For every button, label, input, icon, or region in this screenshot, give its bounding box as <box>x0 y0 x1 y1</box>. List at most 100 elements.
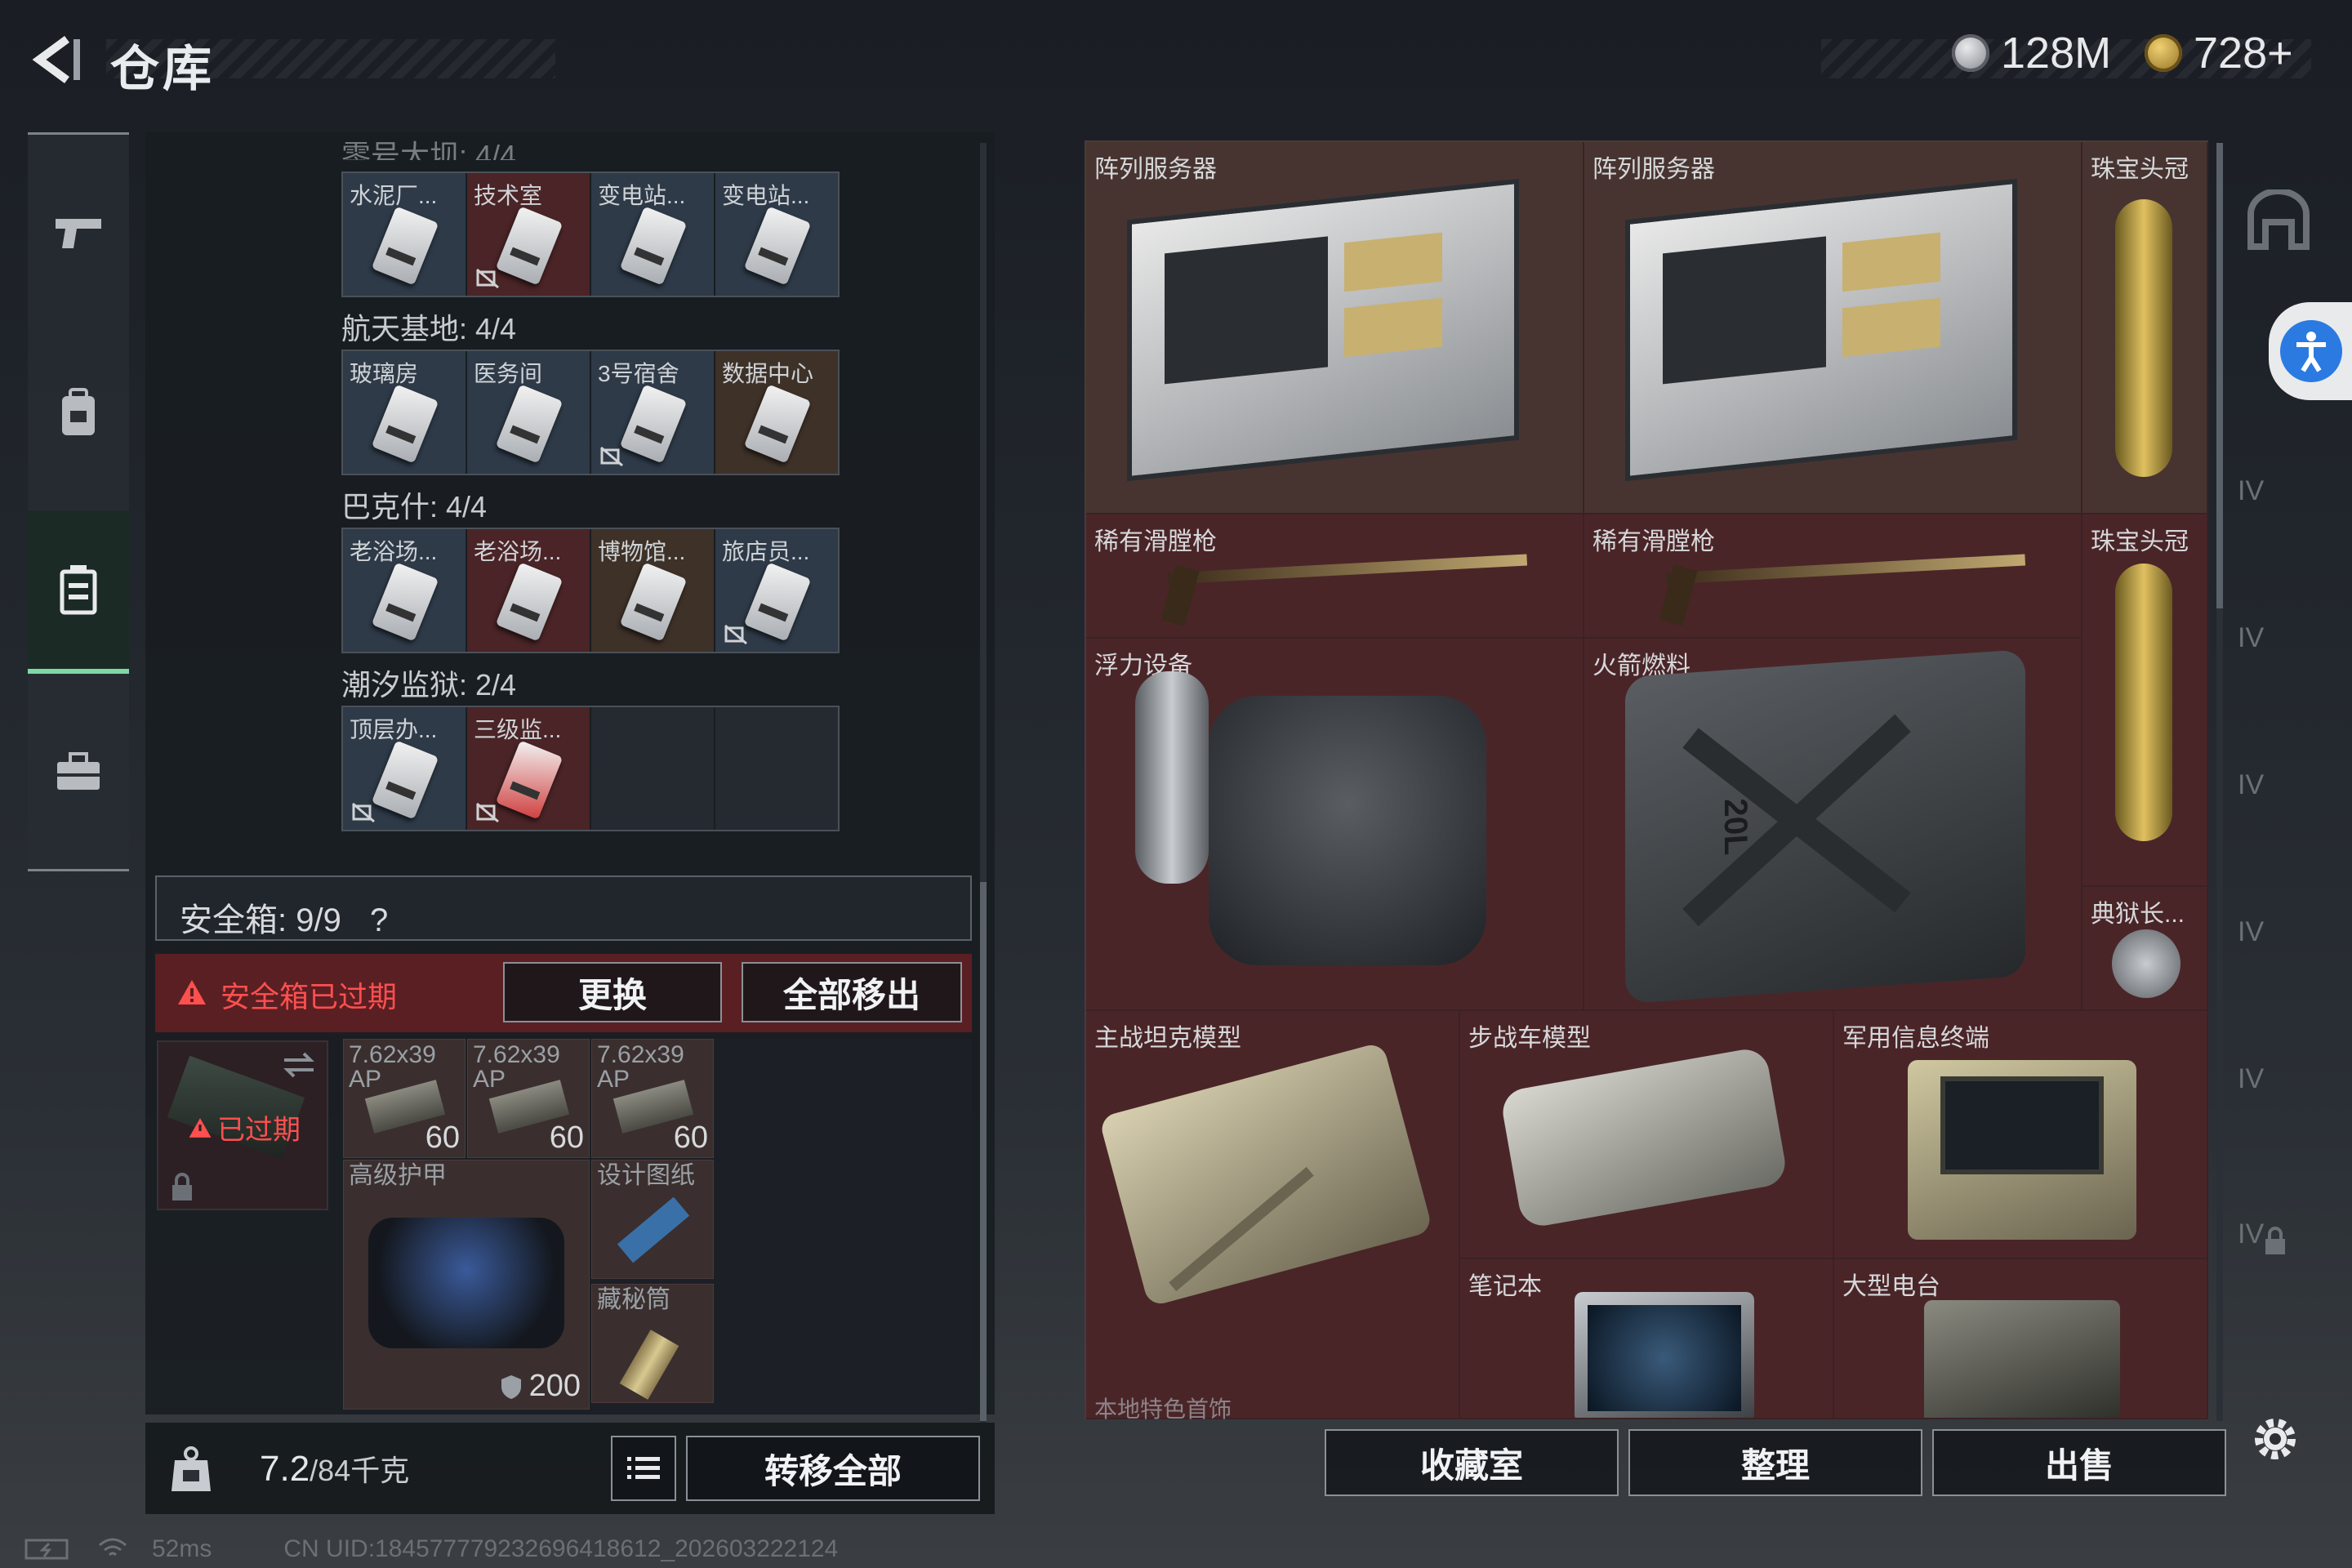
storage-key-cell[interactable]: 旅店员... <box>715 529 838 652</box>
jewel-crown-item[interactable]: 珠宝头冠 <box>2082 514 2208 887</box>
gas-tank-icon <box>1135 671 1209 884</box>
storage-key-cell-empty[interactable] <box>591 707 714 830</box>
storage-key-cell[interactable]: 医务间 <box>467 351 590 474</box>
rare-musket-item[interactable]: 稀有滑膛枪 <box>1086 514 1584 639</box>
storage-scrollbar-thumb[interactable] <box>980 882 987 1421</box>
transfer-all-button[interactable]: 转移全部 <box>686 1436 980 1501</box>
tube-icon <box>619 1330 679 1400</box>
item-name: 阵列服务器 <box>1094 156 1217 183</box>
musket-stock-icon <box>1160 564 1200 626</box>
sell-button[interactable]: 出售 <box>1932 1429 2226 1496</box>
military-terminal-item[interactable]: 军用信息终端 <box>1834 1011 2208 1259</box>
array-server-item[interactable]: 阵列服务器 <box>1584 142 2082 514</box>
inventory-scrollbar-thumb[interactable] <box>2216 143 2223 608</box>
safe-box-slot[interactable]: 已过期 <box>157 1040 328 1210</box>
jewel-crown-item[interactable]: 珠宝头冠 <box>2082 142 2208 514</box>
keycard-icon <box>371 562 439 642</box>
unbound-mark-icon <box>476 268 499 289</box>
sort-button[interactable]: 整理 <box>1628 1429 1922 1496</box>
storage-key-cell[interactable]: 玻璃房 <box>343 351 466 474</box>
storage-key-cell[interactable]: 博物馆... <box>591 529 714 652</box>
page-title: 仓库 <box>110 42 215 96</box>
rocket-fuel-item[interactable]: 火箭燃料 20L <box>1584 639 2082 1011</box>
stash-page-tab[interactable]: IV <box>2238 1218 2264 1250</box>
nav-weapons[interactable] <box>28 151 129 314</box>
shield-icon <box>501 1374 521 1399</box>
battery-charging-icon <box>24 1539 69 1560</box>
storage-key-cell[interactable]: 水泥厂... <box>343 173 466 296</box>
keycard-icon <box>495 384 564 464</box>
large-radio-item[interactable]: 大型电台 <box>1834 1259 2208 1419</box>
tube-label: 藏秘筒 <box>597 1286 670 1313</box>
currency-coins-value: 128M <box>2001 29 2112 78</box>
ifv-icon <box>1499 1045 1789 1230</box>
stash-page-tab[interactable]: IV <box>2238 916 2264 948</box>
cell-label: 医务间 <box>474 361 543 386</box>
item-name: 阵列服务器 <box>1592 156 1715 183</box>
list-view-button[interactable] <box>611 1436 676 1501</box>
remove-all-button[interactable]: 全部移出 <box>742 962 962 1022</box>
laptop-item[interactable]: 笔记本 <box>1460 1259 1834 1419</box>
nav-storage[interactable] <box>28 510 129 674</box>
stash-page-tab[interactable]: IV <box>2238 475 2264 507</box>
ammo-count: 60 <box>425 1120 460 1155</box>
stash-page-tab[interactable]: IV <box>2238 1063 2264 1095</box>
stash-page-tab[interactable]: IV <box>2238 769 2264 801</box>
storage-key-cell[interactable]: 3号宿舍 <box>591 351 714 474</box>
warning-icon <box>178 980 206 1004</box>
keycard-icon <box>743 206 812 286</box>
currency-coins: 128M <box>1952 28 2111 78</box>
storage-key-cell[interactable]: 老浴场... <box>467 529 590 652</box>
item-name-partial: 本地特色首饰 <box>1094 1396 1232 1422</box>
musket-icon <box>1665 554 2026 585</box>
storage-key-cell[interactable]: 三级监... <box>467 707 590 830</box>
crown-icon <box>2115 199 2172 477</box>
group-title: 潮汐监狱: 2/4 <box>341 668 517 702</box>
ammo-count: 60 <box>673 1120 708 1155</box>
cell-label: 数据中心 <box>722 361 814 386</box>
keycard-icon <box>495 562 564 642</box>
buoyancy-device-item[interactable]: 浮力设备 <box>1086 639 1584 1011</box>
stash-home-icon[interactable] <box>2246 189 2311 250</box>
replace-button[interactable]: 更换 <box>503 962 722 1022</box>
stash-page-tab[interactable]: IV <box>2238 622 2264 654</box>
item-name: 主战坦克模型 <box>1094 1025 1241 1052</box>
cell-label: 玻璃房 <box>350 361 419 386</box>
group-title: 零号大坝: 4/4 <box>341 139 517 160</box>
blueprint-item[interactable]: 设计图纸 <box>591 1160 714 1279</box>
armor-item[interactable]: 高级护甲 200 <box>343 1160 590 1410</box>
tank-model-item[interactable]: 主战坦克模型 <box>1086 1011 1460 1419</box>
collection-room-button[interactable]: 收藏室 <box>1325 1429 1619 1496</box>
swap-icon[interactable] <box>281 1050 317 1080</box>
rare-musket-item[interactable]: 稀有滑膛枪 <box>1584 514 2082 639</box>
unbound-mark-icon <box>352 802 375 823</box>
rebreather-icon <box>1209 696 1486 965</box>
safe-box-expired-text: 安全箱已过期 <box>220 980 398 1013</box>
storage-key-cell[interactable]: 变电站... <box>715 173 838 296</box>
warden-item[interactable]: 典狱长... <box>2082 887 2208 1011</box>
nav-backpack[interactable] <box>28 331 129 494</box>
array-server-item[interactable]: 阵列服务器 <box>1086 142 1584 514</box>
nav-briefcase[interactable] <box>28 690 129 853</box>
ammo-item[interactable]: 7.62x39 AP 60 <box>591 1039 714 1158</box>
ammo-item[interactable]: 7.62x39 AP 60 <box>343 1039 466 1158</box>
settings-gear-icon[interactable] <box>2249 1413 2301 1465</box>
storage-key-cell[interactable]: 老浴场... <box>343 529 466 652</box>
accessibility-button[interactable] <box>2269 302 2352 400</box>
keycard-icon <box>371 740 439 820</box>
storage-key-cell[interactable]: 技术室 <box>467 173 590 296</box>
storage-key-cell[interactable]: 数据中心 <box>715 351 838 474</box>
musket-icon <box>1167 554 1528 585</box>
tube-item[interactable]: 藏秘筒 <box>591 1284 714 1403</box>
cell-label: 旅店员... <box>722 539 810 564</box>
help-icon[interactable]: ? <box>370 902 388 938</box>
stash-level-label: IV <box>2238 1063 2265 1094</box>
ammo-item[interactable]: 7.62x39 AP 60 <box>467 1039 590 1158</box>
ifv-model-item[interactable]: 步战车模型 <box>1460 1011 1834 1259</box>
crown-icon <box>2115 564 2172 841</box>
accessibility-icon <box>2280 320 2342 382</box>
storage-key-cell[interactable]: 顶层办... <box>343 707 466 830</box>
back-arrow-icon[interactable] <box>24 31 82 88</box>
storage-key-cell[interactable]: 变电站... <box>591 173 714 296</box>
storage-key-cell-empty[interactable] <box>715 707 838 830</box>
